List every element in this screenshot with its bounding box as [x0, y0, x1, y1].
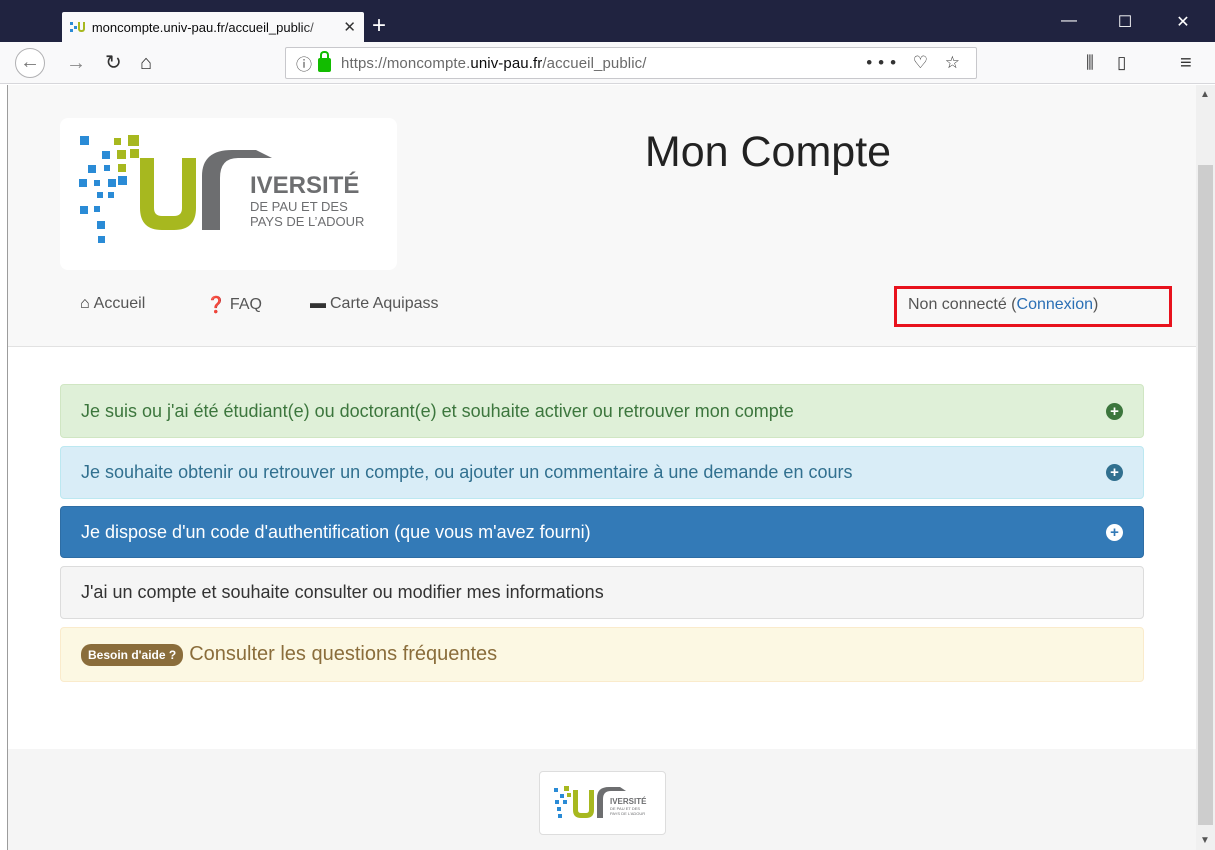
page-title: Mon Compte [644, 128, 892, 176]
minimize-button[interactable]: — [1046, 12, 1092, 30]
university-logo[interactable]: IVERSITÉ DE PAU ET DES PAYS DE L’ADOUR [60, 118, 397, 270]
univ-favicon-icon [70, 21, 86, 33]
browser-tab[interactable]: moncompte.univ-pau.fr/accueil_public/ ✕ [62, 12, 364, 42]
page-scrollbar[interactable]: ▲ ▼ [1196, 85, 1215, 850]
sidebar-icon[interactable]: ▯ [1117, 50, 1126, 76]
browser-navbar: ← → ↻ ⌂ ⓘ https://moncompte.univ-pau.fr/… [0, 42, 1215, 84]
arrow-right-icon: → [66, 52, 86, 74]
panel-etudiant[interactable]: Je suis ou j'ai été étudiant(e) ou docto… [60, 384, 1144, 438]
scroll-up-icon[interactable]: ▲ [1200, 89, 1210, 100]
svg-text:DE PAU ET DES: DE PAU ET DES [250, 199, 348, 214]
panel-code-authentification[interactable]: Je dispose d'un code d'authentification … [60, 506, 1144, 558]
page-footer: IVERSITÉ DE PAU ET DES PAYS DE L’ADOUR [8, 749, 1196, 850]
svg-text:IVERSITÉ: IVERSITÉ [610, 797, 647, 806]
scroll-thumb[interactable] [1198, 165, 1213, 825]
url-bar[interactable]: ⓘ https://moncompte.univ-pau.fr/accueil_… [285, 47, 977, 79]
menu-label: Carte Aquipass [330, 295, 439, 312]
tab-close-icon[interactable]: ✕ [343, 18, 356, 36]
back-button[interactable]: ← [15, 48, 45, 78]
login-status: Non connecté (Connexion) [894, 286, 1172, 327]
card-icon: ▬ [310, 295, 326, 312]
panel-label: Je souhaite obtenir ou retrouver un comp… [81, 462, 853, 482]
panel-label: Je dispose d'un code d'authentification … [81, 521, 591, 542]
menu-item-accueil[interactable]: ⌂ Accueil [80, 295, 145, 313]
help-panel: Besoin d'aide ? Consulter les questions … [60, 627, 1144, 682]
browser-titlebar: moncompte.univ-pau.fr/accueil_public/ ✕ … [0, 0, 1215, 42]
library-icon[interactable]: ⫼ [1086, 50, 1094, 76]
logo-pixels-icon [79, 135, 139, 243]
new-tab-button[interactable]: + [372, 14, 386, 38]
reload-icon: ↻ [105, 52, 122, 74]
svg-text:IVERSITÉ: IVERSITÉ [250, 171, 359, 199]
menu-icon[interactable]: ≡ [1180, 50, 1192, 76]
plus-circle-icon[interactable]: + [1106, 464, 1123, 481]
panel-consulter-infos[interactable]: J'ai un compte et souhaite consulter ou … [60, 566, 1144, 619]
faq-link[interactable]: Consulter les questions fréquentes [189, 643, 497, 666]
arrow-left-icon: ← [20, 51, 40, 73]
reload-button[interactable]: ↻ [105, 50, 122, 76]
page-actions[interactable]: ••• ♡ ☆ [866, 53, 966, 73]
plus-circle-icon[interactable]: + [1106, 523, 1123, 541]
menu-label: FAQ [229, 296, 262, 313]
menu-item-carte-aquipass[interactable]: ▬ Carte Aquipass [310, 295, 439, 313]
page-viewport: IVERSITÉ DE PAU ET DES PAYS DE L’ADOUR M… [8, 85, 1196, 850]
question-circle-icon: ❓ [206, 297, 226, 314]
home-icon: ⌂ [80, 295, 90, 312]
page-header: IVERSITÉ DE PAU ET DES PAYS DE L’ADOUR M… [8, 85, 1196, 347]
window-border [0, 85, 8, 850]
lock-icon [318, 51, 332, 72]
url-text: https://moncompte.univ-pau.fr/accueil_pu… [341, 54, 647, 72]
forward-button[interactable]: → [66, 50, 86, 76]
menu-label: Accueil [93, 295, 146, 312]
scroll-down-icon[interactable]: ▼ [1200, 835, 1210, 846]
maximize-button[interactable]: ☐ [1102, 12, 1148, 32]
panel-label: J'ai un compte et souhaite consulter ou … [81, 582, 604, 602]
svg-text:PAYS DE L’ADOUR: PAYS DE L’ADOUR [610, 811, 645, 816]
close-window-button[interactable]: ✕ [1160, 12, 1206, 32]
plus-circle-icon[interactable]: + [1106, 402, 1123, 420]
home-icon: ⌂ [140, 52, 153, 74]
svg-text:PAYS DE L’ADOUR: PAYS DE L’ADOUR [250, 214, 364, 229]
tab-title: moncompte.univ-pau.fr/accueil_public/ [91, 19, 314, 35]
info-icon[interactable]: ⓘ [296, 51, 312, 75]
footer-logo[interactable]: IVERSITÉ DE PAU ET DES PAYS DE L’ADOUR [539, 771, 666, 835]
home-button[interactable]: ⌂ [140, 50, 152, 76]
panel-label: Je suis ou j'ai été étudiant(e) ou docto… [81, 400, 794, 421]
panel-obtenir-compte[interactable]: Je souhaite obtenir ou retrouver un comp… [60, 446, 1144, 499]
menu-item-faq[interactable]: ❓ FAQ [206, 295, 262, 315]
login-link[interactable]: Connexion [1017, 296, 1094, 313]
help-badge: Besoin d'aide ? [81, 643, 184, 666]
